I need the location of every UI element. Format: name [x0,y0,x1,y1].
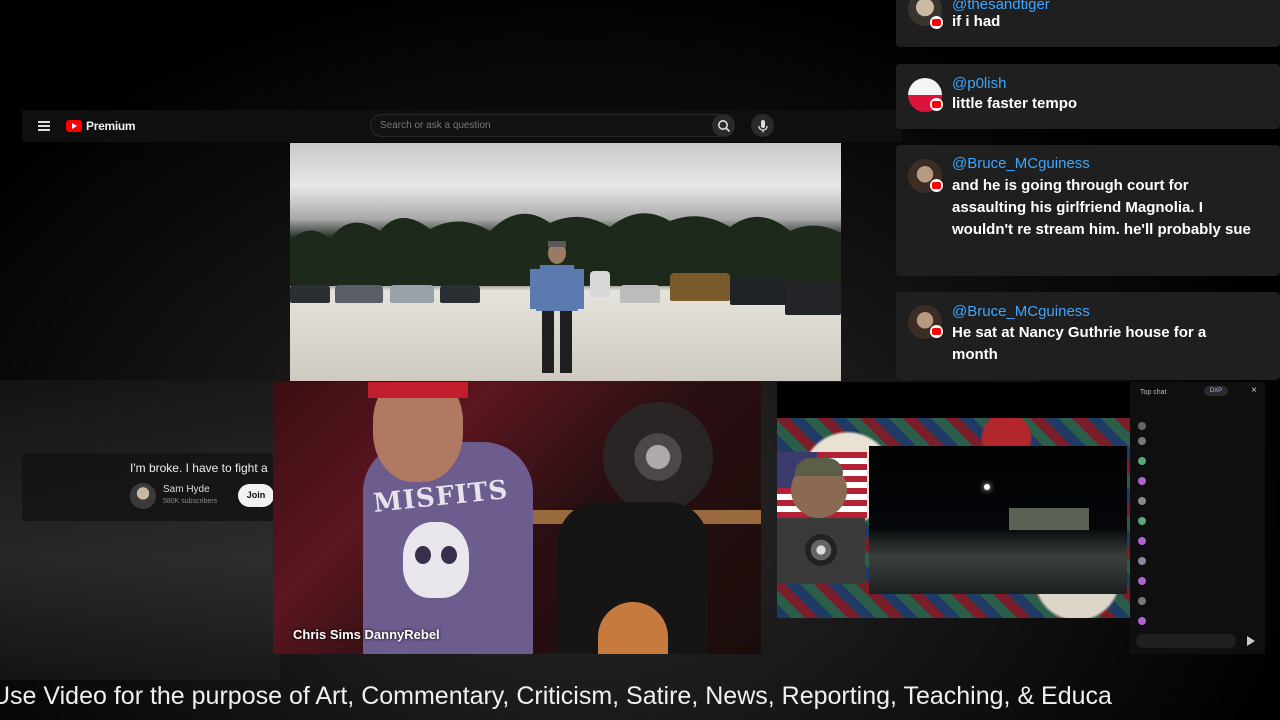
chat-message: @Bruce_MCguiness and he is going through… [896,145,1280,276]
youtube-badge-icon [930,325,943,338]
brand-label: Premium [86,119,136,133]
building [1009,508,1089,530]
man-standing [530,241,584,373]
parked-truck [590,271,610,297]
chat-line [1138,437,1260,445]
youtube-badge-icon [930,98,943,111]
youtube-badge-icon [930,16,943,29]
search-input[interactable]: Search or ask a question [370,114,728,137]
webcam-feed-1: MISFITS Chris Sims DannyRebel [273,382,761,654]
menu-icon[interactable] [38,121,50,131]
chat-line [1138,457,1260,465]
youtube-badge-icon [930,179,943,192]
chat-message: @Bruce_MCguiness He sat at Nancy Guthrie… [896,292,1280,380]
search-icon [717,119,730,132]
youtube-logo-icon [66,120,82,132]
parked-car [440,285,480,303]
skull-graphic [403,522,469,598]
channel-name[interactable]: Sam Hyde [163,484,210,495]
youtube-header: Premium Search or ask a question [22,110,902,142]
chat-mode-dropdown[interactable]: Top chat [1140,389,1166,396]
parked-truck [730,277,790,305]
chat-line [1138,517,1260,525]
chat-username: @Bruce_MCguiness [952,155,1090,172]
related-video-title[interactable]: I'm broke. I have to fight a [130,461,275,475]
avatar[interactable] [130,483,156,509]
join-button[interactable]: Join [238,484,274,507]
street-light [984,484,990,490]
chat-text: little faster tempo [952,95,1078,112]
headband [368,382,468,398]
voice-search-button[interactable] [751,114,774,137]
parked-car [390,285,434,303]
machine-thumbnail [777,518,865,584]
related-video-card[interactable]: I'm broke. I have to fight a Sam Hyde 58… [22,453,275,521]
parked-car [620,285,660,303]
person-hat [795,458,843,476]
chat-text: and he is going through court for assaul… [952,177,1251,238]
chat-line [1138,477,1260,485]
chat-line [1138,617,1260,625]
parked-car [290,285,330,303]
chat-line [1138,537,1260,545]
chat-line [1138,597,1260,605]
chat-username: @Bruce_MCguiness [952,303,1090,320]
send-icon[interactable] [1247,636,1255,646]
webcam-name-label: Chris Sims DannyRebel [293,627,440,642]
live-chat-panel[interactable]: Top chat DXP × [1130,382,1265,654]
chat-text: if i had [952,13,1001,30]
chat-username: @p0lish [952,75,1007,92]
parked-car [335,285,383,303]
parked-truck [785,281,841,315]
chat-header: Top chat [1130,382,1265,402]
chat-line [1138,497,1260,505]
chat-points-pill[interactable]: DXP [1204,386,1228,396]
chat-message: @p0lish little faster tempo [896,64,1280,129]
chat-message: @thesandtiger if i had [896,0,1280,47]
webcam-feed-2 [777,382,1130,618]
background-equipment [603,402,713,512]
ticker-text: Use Video for the purpose of Art, Commen… [0,682,1112,710]
subscriber-count: 580K subscribers [163,498,218,505]
background-left-fade [0,380,280,680]
close-icon[interactable]: × [1251,385,1257,396]
chat-message-input[interactable] [1136,634,1236,648]
parked-truck [670,273,730,301]
chat-line [1138,577,1260,585]
disclaimer-ticker: Use Video for the purpose of Art, Commen… [0,676,1280,716]
mic-icon [757,119,768,132]
search-button[interactable] [712,114,735,137]
youtube-logo[interactable]: Premium [66,119,136,133]
night-road-video [869,446,1127,594]
main-video[interactable] [290,143,841,381]
chat-line [1138,422,1260,430]
chat-line [1138,557,1260,565]
chat-text: He sat at Nancy Guthrie house for a mont… [952,324,1207,363]
